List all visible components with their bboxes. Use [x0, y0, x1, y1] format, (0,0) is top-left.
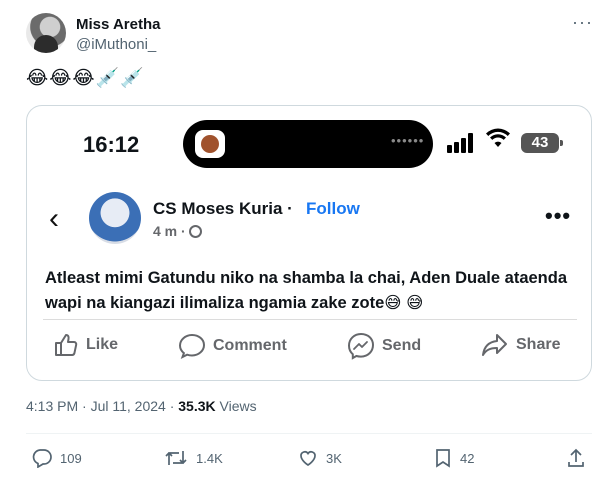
island-dots: •••••• — [391, 133, 425, 148]
send-label: Send — [382, 337, 422, 354]
tweet-text: 😂😂😂💉💉 — [26, 68, 145, 89]
retweet-icon — [165, 451, 187, 465]
tweet-timestamp[interactable]: 4:13 PM · Jul 11, 2024 · 35.3K Views — [26, 398, 257, 414]
share-icon — [482, 334, 507, 356]
retweet-button[interactable]: 1.4K — [164, 448, 223, 468]
comment-icon — [178, 333, 206, 360]
tweet: Miss Aretha @iMuthoni_ ··· 😂😂😂💉💉 16:12 •… — [0, 0, 614, 482]
more-options-icon[interactable]: ··· — [572, 12, 593, 33]
post-author-name: CS Moses Kuria · — [153, 199, 293, 219]
views-count: 35.3K — [178, 398, 216, 414]
battery-indicator: 43 — [521, 133, 563, 153]
post-author-name-text: CS Moses Kuria — [153, 199, 283, 218]
divider — [43, 319, 577, 320]
share-button[interactable] — [566, 448, 586, 468]
retweet-count: 1.4K — [196, 450, 223, 466]
separator-dot: · — [287, 199, 293, 218]
dynamic-island: •••••• — [183, 120, 433, 168]
heart-icon — [300, 451, 316, 466]
like-button[interactable]: 3K — [298, 448, 342, 468]
share-label: Share — [516, 336, 561, 353]
follow-button: Follow — [306, 199, 360, 218]
back-icon: ‹ — [49, 202, 59, 235]
status-time: 16:12 — [83, 132, 140, 157]
reply-button[interactable]: 109 — [32, 448, 82, 468]
post-author-avatar — [89, 192, 141, 244]
bear-icon — [195, 130, 225, 158]
reply-count: 109 — [60, 450, 82, 466]
like-label: Like — [86, 336, 119, 353]
attached-image[interactable]: 16:12 •••••• 43 ‹ CS Moses Kuria · Follo… — [26, 105, 592, 381]
post-meta: 4 m · — [153, 223, 202, 239]
upload-icon — [568, 448, 584, 467]
bookmark-button[interactable]: 42 — [434, 448, 474, 468]
comment-label: Comment — [213, 337, 287, 354]
post-text: Atleast mimi Gatundu niko na shamba la c… — [45, 269, 568, 312]
bookmark-icon — [436, 449, 450, 468]
divider — [26, 433, 592, 434]
author-avatar[interactable] — [26, 13, 66, 53]
messenger-icon — [347, 332, 375, 360]
timestamp-text[interactable]: 4:13 PM · Jul 11, 2024 · — [26, 398, 178, 414]
post-more-icon: ••• — [545, 203, 572, 228]
share-action: Share — [481, 332, 560, 358]
post-time-ago: 4 m · — [153, 223, 186, 239]
author-handle[interactable]: @iMuthoni_ — [76, 36, 156, 53]
views-label: Views — [215, 398, 257, 414]
bookmark-count: 42 — [460, 450, 475, 466]
signal-icon — [447, 133, 473, 153]
like-count: 3K — [326, 450, 342, 466]
globe-icon — [188, 225, 202, 238]
thumbs-up-icon — [55, 334, 78, 356]
wifi-icon — [486, 128, 510, 154]
author-name[interactable]: Miss Aretha — [76, 16, 160, 33]
reply-icon — [32, 449, 52, 468]
send-action: Send — [347, 332, 421, 360]
comment-action: Comment — [178, 332, 287, 360]
like-action: Like — [53, 332, 118, 358]
